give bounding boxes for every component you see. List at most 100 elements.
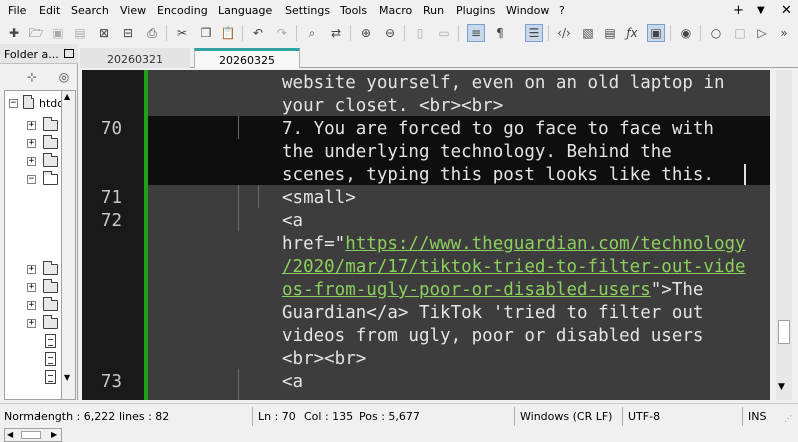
play-macro-icon[interactable]: ▷ [754,25,770,41]
menu-encoding[interactable]: Encoding [157,4,208,17]
open-file-icon[interactable]: 🗁 [28,25,44,41]
close-icon[interactable]: ⊠ [96,25,112,41]
menu-settings[interactable]: Settings [285,4,330,17]
function-list-icon[interactable]: ƒx [624,25,640,41]
menu-help[interactable]: ? [559,4,565,17]
tree-item-expanded[interactable]: − [5,171,61,187]
collapse-icon[interactable]: − [27,175,36,184]
copy-icon[interactable]: ❐ [198,25,214,41]
cut-icon[interactable]: ✂ [174,25,190,41]
undo-icon[interactable]: ↶ [250,25,266,41]
expand-icon[interactable]: + [27,139,36,148]
menu-file[interactable]: File [8,4,26,17]
collapse-icon[interactable]: − [9,99,18,108]
language-icon[interactable]: ‹/› [556,25,572,41]
tree-file[interactable] [5,333,61,349]
open-folder-icon [43,171,58,185]
expand-icon[interactable]: + [27,283,36,292]
show-all-chars-icon[interactable]: ¶ [492,25,508,41]
zoom-in-icon[interactable]: ⊕ [358,25,374,41]
scroll-thumb[interactable] [21,431,41,439]
folder-as-workspace-icon[interactable]: ▣ [647,24,665,42]
menu-plugins[interactable]: Plugins [456,4,495,17]
replace-icon[interactable]: ⇄ [328,25,344,41]
tree-item[interactable]: + [5,135,61,151]
menu-language[interactable]: Language [218,4,272,17]
code-editor[interactable]: 70 71 72 73 website yourself, even on an… [82,70,770,400]
scroll-up-icon[interactable]: ▲ [64,92,70,101]
code-line: <a [282,211,304,231]
menu-edit[interactable]: Edit [39,4,60,17]
menu-view[interactable]: View [120,4,146,17]
menu-window[interactable]: Window [506,4,549,17]
tree-item[interactable]: + [5,153,61,169]
tree-file[interactable] [5,351,61,367]
scroll-down-icon[interactable]: ▼ [64,373,70,382]
tree-item[interactable]: + [5,279,61,295]
panel-close-icon[interactable] [64,49,74,58]
resize-grip-icon[interactable]: ⋰ [784,414,792,423]
redo-icon[interactable]: ↷ [274,25,290,41]
status-encoding[interactable]: UTF-8 [628,410,660,423]
paste-icon[interactable]: 📋 [220,25,236,41]
tree-root[interactable]: − htdo [5,95,61,111]
word-wrap-icon[interactable]: ≡ [467,24,485,42]
menu-run[interactable]: Run [423,4,444,17]
menu-macro[interactable]: Macro [379,4,412,17]
url-link[interactable]: /2020/mar/17/tiktok-tried-to-filter-out-… [282,257,746,277]
url-link[interactable]: os-from-ugly-poor-or-disabled-users [282,280,651,300]
sync-vertical-icon[interactable]: ▯ [412,25,428,41]
document-map-icon[interactable]: ▧ [580,25,596,41]
folder-tree-horizontal-scrollbar[interactable]: ◀ ▶ [4,428,62,442]
toolbar-separator [548,25,549,41]
expand-icon[interactable]: + [27,157,36,166]
scroll-down-icon[interactable]: ▼ [778,382,785,392]
scroll-left-icon[interactable]: ◀ [7,430,13,439]
locate-current-file-icon[interactable]: ◎ [56,69,72,85]
close-window-button[interactable]: ✕ [781,3,792,18]
run-macro-multiple-icon[interactable]: » [776,25,792,41]
scroll-track[interactable] [776,70,792,400]
menu-tools[interactable]: Tools [340,4,367,17]
save-icon[interactable]: ▣ [50,25,66,41]
expand-icon[interactable]: + [27,319,36,328]
tab-bar: 20260321 20260325 [80,44,798,68]
tree-item[interactable]: + [5,297,61,313]
tree-file[interactable] [5,369,61,385]
status-insert-mode[interactable]: INS [748,410,766,423]
stop-macro-icon[interactable]: □ [732,25,748,41]
tab-20260325[interactable]: 20260325 [194,48,300,68]
sync-horizontal-icon[interactable]: ▭ [436,25,452,41]
print-icon[interactable]: ⎙ [144,25,160,41]
document-list-icon[interactable]: ▤ [602,25,618,41]
toolbar: ✚ 🗁 ▣ ▤ ⊠ ⊟ ⎙ ✂ ❐ 📋 ↶ ↷ ⌕ ⇄ ⊕ ⊖ ▯ ▭ ≡ ¶ … [0,22,798,44]
record-macro-icon[interactable]: ○ [708,25,724,41]
zoom-out-icon[interactable]: ⊖ [382,25,398,41]
scroll-thumb[interactable] [778,320,790,344]
monitoring-icon[interactable]: ◉ [678,25,694,41]
expand-icon[interactable]: + [27,301,36,310]
code-line: <br><br> [282,349,367,369]
tree-item[interactable]: + [5,117,61,133]
menu-search[interactable]: Search [71,4,109,17]
tab-20260321[interactable]: 20260321 [80,48,190,68]
find-icon[interactable]: ⌕ [304,25,320,41]
close-all-icon[interactable]: ⊟ [120,25,136,41]
tree-item[interactable]: + [5,261,61,277]
folder-as-workspace-panel: Folder a... ⊹ ◎ − htdo + + + − + + + + ▲… [0,44,78,442]
folder-tree-vertical-scrollbar[interactable]: ▲ ▼ [62,90,76,400]
status-eol[interactable]: Windows (CR LF) [520,410,612,423]
new-tab-button[interactable]: + [733,3,744,18]
editor-vertical-scrollbar[interactable]: ▼ [770,70,798,400]
save-all-icon[interactable]: ▤ [72,25,88,41]
expand-icon[interactable]: + [27,265,36,274]
collapse-all-icon[interactable]: ⊹ [24,69,40,85]
scroll-right-icon[interactable]: ▶ [51,430,57,439]
expand-icon[interactable]: + [27,121,36,130]
tree-item[interactable]: + [5,315,61,331]
file-icon [45,352,56,366]
tab-list-button[interactable]: ▼ [757,5,765,16]
url-link[interactable]: https://www.theguardian.com/technology [345,234,745,254]
new-file-icon[interactable]: ✚ [6,25,22,41]
indent-guide-icon[interactable]: ☰ [525,24,543,42]
